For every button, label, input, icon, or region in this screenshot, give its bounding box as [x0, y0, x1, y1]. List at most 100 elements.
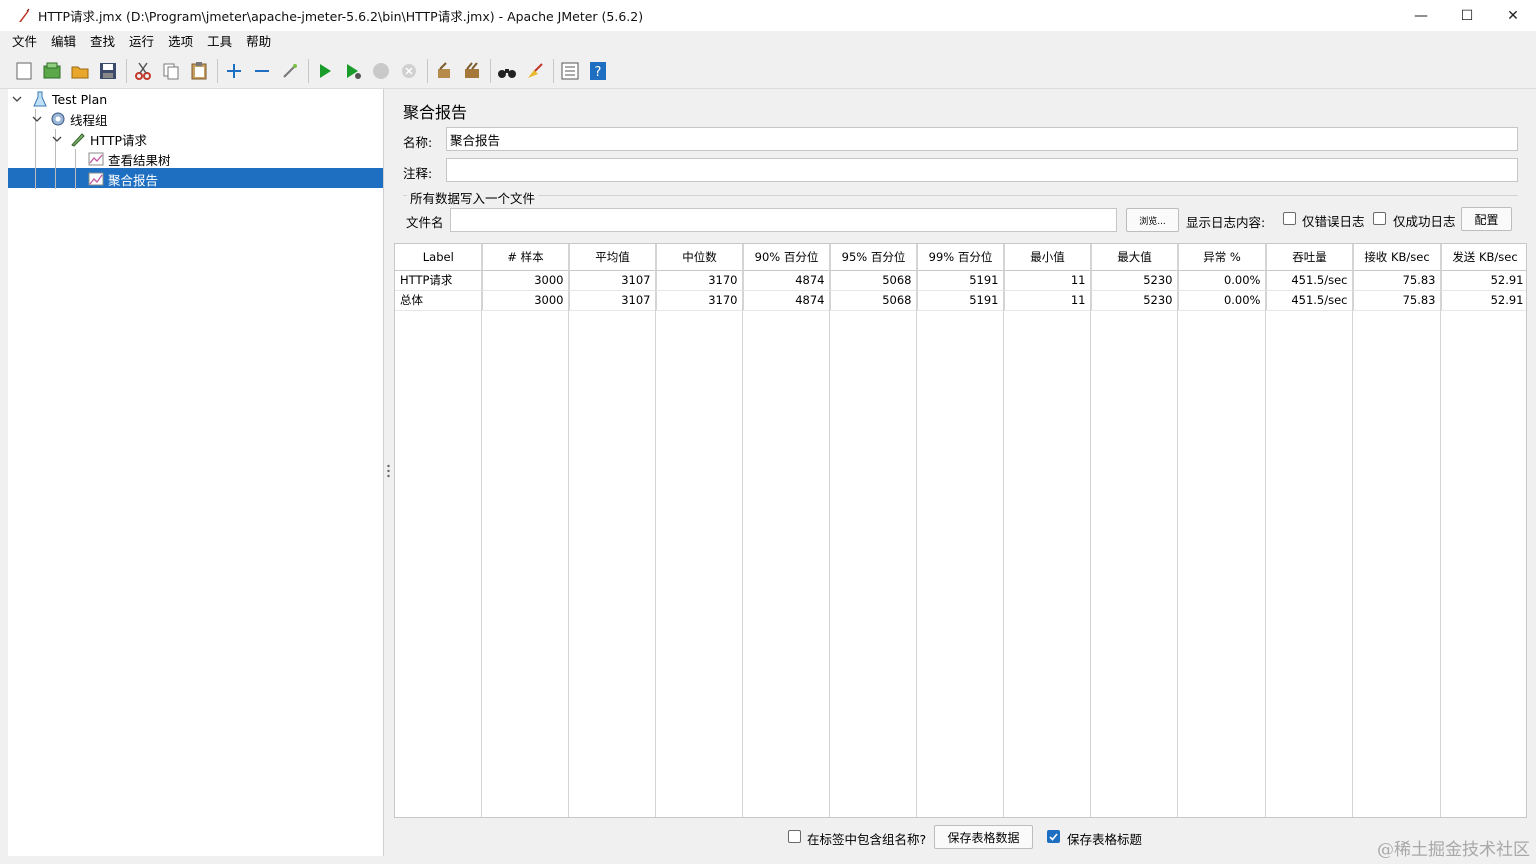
column-header-p95[interactable]: 95% 百分位: [830, 244, 918, 271]
save-icon[interactable]: [96, 59, 120, 83]
name-label: 名称:: [403, 135, 433, 150]
success-only-checkbox[interactable]: [1373, 212, 1386, 225]
column-header-median[interactable]: 中位数: [656, 244, 744, 271]
toolbar-separator: [427, 58, 428, 83]
toolbar-separator: [553, 58, 554, 83]
tree-item-label: 聚合报告: [108, 172, 159, 188]
start-run-icon[interactable]: [313, 59, 337, 83]
maximize-button[interactable]: ☐: [1444, 0, 1490, 31]
menu-edit[interactable]: 编辑: [44, 31, 83, 53]
tree-item-thread-group[interactable]: 线程组: [30, 109, 108, 129]
column-header-error-pct[interactable]: 异常 %: [1178, 244, 1267, 271]
templates-icon[interactable]: [40, 59, 64, 83]
menu-help[interactable]: 帮助: [239, 31, 278, 53]
test-plan-flask-icon: [32, 91, 48, 107]
column-header-p90[interactable]: 90% 百分位: [743, 244, 831, 271]
test-plan-tree: Test Plan 线程组 HTTP请求 查看结果树 聚合报告: [8, 89, 384, 856]
save-table-data-button[interactable]: 保存表格数据: [934, 825, 1033, 849]
filename-input[interactable]: [450, 208, 1117, 232]
menu-file[interactable]: 文件: [5, 31, 44, 53]
table-cell: 3170: [656, 270, 744, 291]
listener-graph-icon: [88, 171, 104, 187]
tree-item-label: 查看结果树: [108, 152, 171, 168]
column-header-samples[interactable]: # 样本: [482, 244, 570, 271]
menu-options[interactable]: 选项: [161, 31, 200, 53]
expand-plus-icon[interactable]: [222, 59, 246, 83]
window-titlebar: HTTP请求.jmx (D:\Program\jmeter\apache-jme…: [0, 0, 1536, 31]
chevron-down-icon[interactable]: [50, 132, 64, 146]
listener-graph-icon: [88, 151, 104, 167]
toolbar-separator: [308, 58, 309, 83]
shutdown-icon[interactable]: [397, 59, 421, 83]
table-cell: 3107: [569, 270, 657, 291]
menu-search[interactable]: 查找: [83, 31, 122, 53]
open-folder-icon[interactable]: [68, 59, 92, 83]
clear-all-broom-icon[interactable]: [460, 59, 484, 83]
paste-icon[interactable]: [187, 59, 211, 83]
window-title: HTTP请求.jmx (D:\Program\jmeter\apache-jme…: [38, 9, 644, 24]
configure-button[interactable]: 配置: [1461, 207, 1512, 231]
column-header-throughput[interactable]: 吞吐量: [1266, 244, 1354, 271]
minimize-button[interactable]: —: [1398, 0, 1444, 31]
toolbar: ?: [0, 53, 1536, 89]
errors-only-checkbox[interactable]: [1283, 212, 1296, 225]
search-binoculars-icon[interactable]: [495, 59, 519, 83]
comment-label: 注释:: [403, 166, 433, 181]
table-cell: 5230: [1091, 270, 1179, 291]
chevron-down-icon[interactable]: [30, 112, 44, 126]
bottom-action-bar: 在标签中包含组名称? 保存表格数据 保存表格标题: [393, 818, 1528, 856]
table-row[interactable]: HTTP请求 3000 3107 3170 4874 5068 5191 11 …: [395, 270, 1526, 291]
window-controls: — ☐ ✕: [1398, 0, 1536, 31]
table-cell: 4874: [743, 270, 831, 291]
table-cell: 5191: [917, 270, 1005, 291]
column-header-received-kb[interactable]: 接收 KB/sec: [1353, 244, 1442, 271]
column-header-sent-kb[interactable]: 发送 KB/sec: [1441, 244, 1526, 271]
table-row[interactable]: 总体 3000 3107 3170 4874 5068 5191 11 5230…: [395, 290, 1526, 311]
reset-search-broom-icon[interactable]: [523, 59, 547, 83]
thread-group-gear-icon: [50, 111, 66, 127]
menu-run[interactable]: 运行: [122, 31, 161, 53]
table-column-lines: [395, 244, 1526, 817]
table-header-row: Label # 样本 平均值 中位数 90% 百分位 95% 百分位 99% 百…: [395, 244, 1526, 271]
copy-icon[interactable]: [159, 59, 183, 83]
comment-input[interactable]: [446, 158, 1518, 182]
include-group-name-checkbox[interactable]: [788, 830, 801, 843]
svg-text:?: ?: [595, 65, 602, 80]
new-file-icon[interactable]: [12, 59, 36, 83]
column-header-label[interactable]: Label: [395, 244, 483, 271]
column-header-max[interactable]: 最大值: [1091, 244, 1179, 271]
panel-splitter[interactable]: [384, 89, 393, 856]
toolbar-separator: [490, 58, 491, 83]
tree-item-view-results-tree[interactable]: 查看结果树: [88, 149, 171, 169]
function-helper-list-icon[interactable]: [558, 59, 582, 83]
help-icon[interactable]: ?: [586, 59, 610, 83]
splitter-grip-icon[interactable]: [387, 464, 390, 478]
table-cell: 5068: [830, 270, 918, 291]
close-button[interactable]: ✕: [1490, 0, 1536, 31]
aggregate-report-panel: 聚合报告 名称: 注释: 所有数据写入一个文件 文件名 浏览... 显示日志内容…: [393, 89, 1528, 856]
name-input[interactable]: [446, 127, 1518, 151]
stop-icon[interactable]: [369, 59, 393, 83]
cut-icon[interactable]: [131, 59, 155, 83]
browse-button[interactable]: 浏览...: [1126, 208, 1179, 232]
table-cell: HTTP请求: [395, 270, 483, 291]
filename-label: 文件名: [406, 215, 444, 230]
clear-broom-icon[interactable]: [432, 59, 456, 83]
aggregate-results-table[interactable]: Label # 样本 平均值 中位数 90% 百分位 95% 百分位 99% 百…: [394, 243, 1527, 818]
menu-tools[interactable]: 工具: [200, 31, 239, 53]
tree-item-aggregate-report[interactable]: 聚合报告: [88, 169, 158, 189]
table-cell: 总体: [395, 290, 483, 311]
chevron-down-icon[interactable]: [10, 92, 24, 106]
table-cell: 52.91: [1441, 270, 1526, 291]
toggle-wand-icon[interactable]: [278, 59, 302, 83]
tree-item-test-plan[interactable]: Test Plan: [10, 89, 107, 109]
start-no-pause-icon[interactable]: [341, 59, 365, 83]
log-content-label: 显示日志内容:: [1186, 215, 1266, 230]
tree-item-http-request[interactable]: HTTP请求: [50, 129, 147, 149]
column-header-min[interactable]: 最小值: [1004, 244, 1092, 271]
column-header-average[interactable]: 平均值: [569, 244, 657, 271]
table-cell: 75.83: [1353, 290, 1442, 311]
save-table-header-checkbox[interactable]: [1047, 830, 1060, 843]
column-header-p99[interactable]: 99% 百分位: [917, 244, 1005, 271]
collapse-minus-icon[interactable]: [250, 59, 274, 83]
